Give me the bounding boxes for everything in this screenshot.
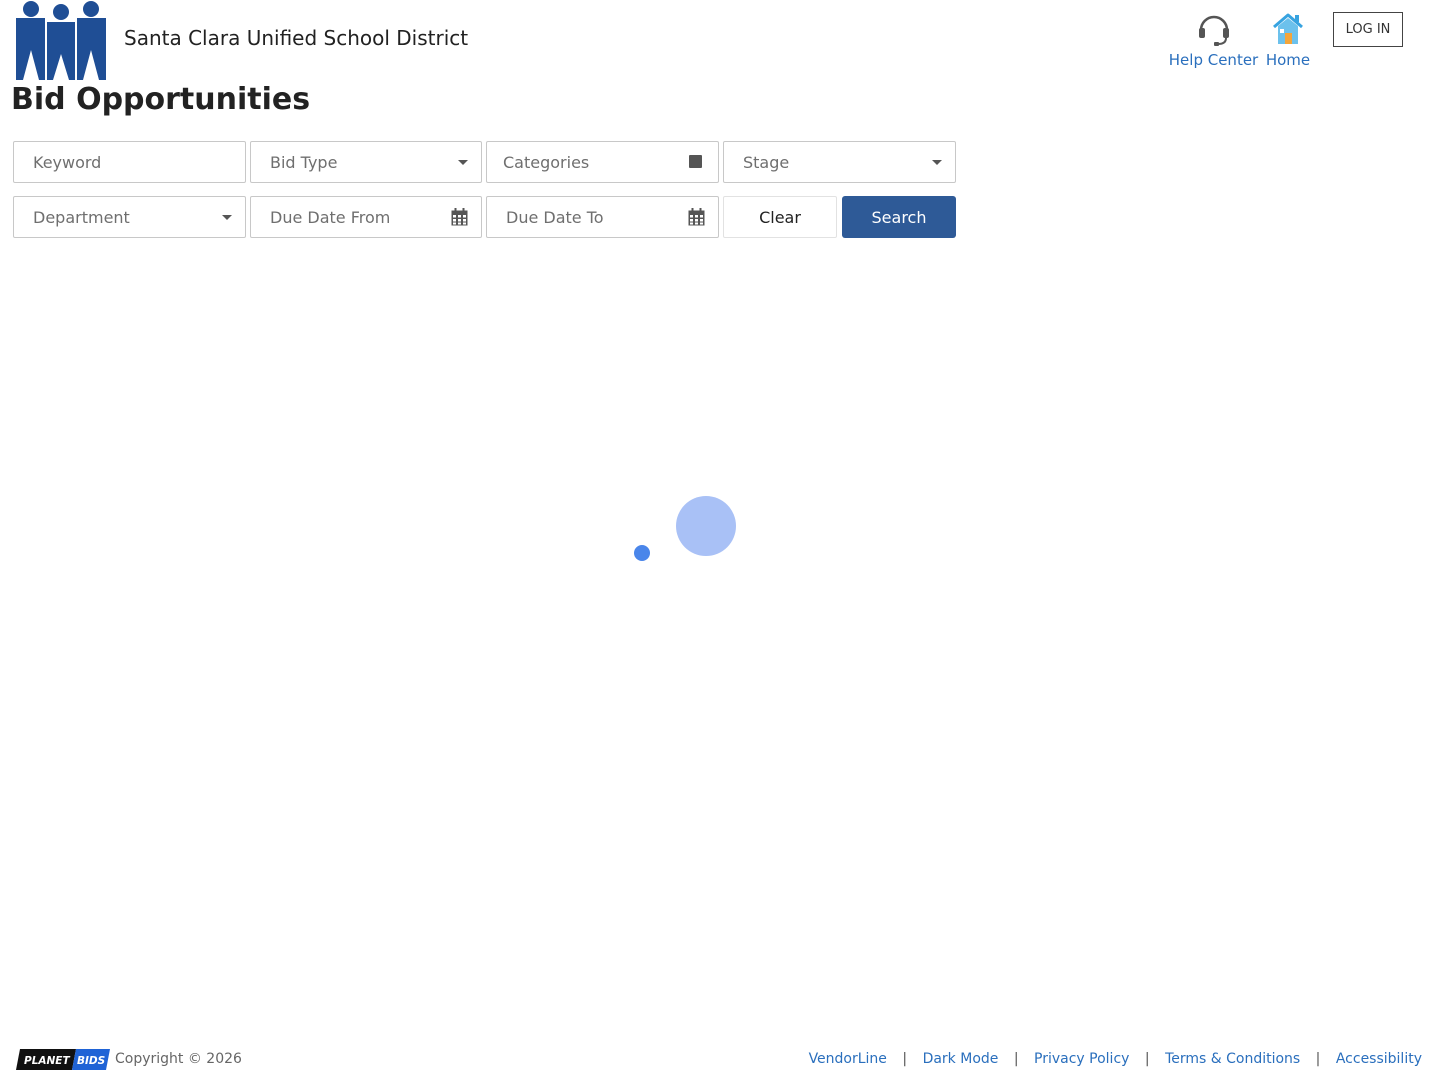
help-center-label: Help Center (1168, 51, 1259, 69)
due-date-to-value: Due Date To (506, 208, 604, 227)
page-title: Bid Opportunities (11, 82, 311, 117)
accessibility-link[interactable]: Accessibility (1336, 1051, 1422, 1067)
help-center-link[interactable]: Help Center (1166, 10, 1261, 69)
loading-dot-large (676, 496, 736, 556)
house-icon (1273, 13, 1303, 44)
home-label: Home (1265, 51, 1311, 69)
dark-mode-link[interactable]: Dark Mode (923, 1051, 999, 1067)
categories-value: Categories (503, 153, 590, 172)
search-button[interactable]: Search (842, 196, 956, 238)
login-button[interactable]: LOG IN (1333, 12, 1403, 47)
separator: | (1315, 1051, 1321, 1067)
categories-select[interactable]: Categories (486, 141, 719, 183)
separator: | (902, 1051, 908, 1067)
separator: | (1144, 1051, 1150, 1067)
calendar-icon[interactable] (451, 208, 468, 226)
footer-links: VendorLine | Dark Mode | Privacy Policy … (809, 1051, 1422, 1067)
department-select[interactable]: Department (13, 196, 246, 238)
stage-select[interactable]: Stage (723, 141, 956, 183)
terms-conditions-link[interactable]: Terms & Conditions (1165, 1051, 1300, 1067)
caret-down-icon (458, 160, 468, 165)
square-icon (689, 155, 702, 168)
privacy-policy-link[interactable]: Privacy Policy (1034, 1051, 1129, 1067)
stage-value: Stage (743, 153, 790, 172)
caret-down-icon (222, 215, 232, 220)
department-value: Department (33, 208, 130, 227)
loading-dot-small (634, 545, 650, 561)
copyright-text: Copyright © 2026 (115, 1051, 242, 1067)
svg-text:BIDS: BIDS (77, 1055, 105, 1067)
clear-button[interactable]: Clear (723, 196, 837, 238)
planetbids-logo: PLANET BIDS (16, 1049, 110, 1070)
bid-type-value: Bid Type (270, 153, 338, 172)
caret-down-icon (932, 160, 942, 165)
home-link[interactable]: Home (1263, 10, 1313, 69)
district-logo-icon (16, 1, 106, 80)
header-links: Help Center Home (1166, 10, 1314, 76)
due-date-from-input[interactable]: Due Date From (250, 196, 482, 238)
separator: | (1013, 1051, 1019, 1067)
vendorline-link[interactable]: VendorLine (809, 1051, 887, 1067)
district-name: Santa Clara Unified School District (124, 26, 469, 50)
due-date-to-input[interactable]: Due Date To (486, 196, 719, 238)
svg-text:PLANET: PLANET (24, 1055, 70, 1067)
bid-type-select[interactable]: Bid Type (250, 141, 482, 183)
headset-icon (1198, 15, 1229, 46)
keyword-input[interactable] (13, 141, 246, 183)
calendar-icon[interactable] (688, 208, 705, 226)
due-date-from-value: Due Date From (270, 208, 391, 227)
